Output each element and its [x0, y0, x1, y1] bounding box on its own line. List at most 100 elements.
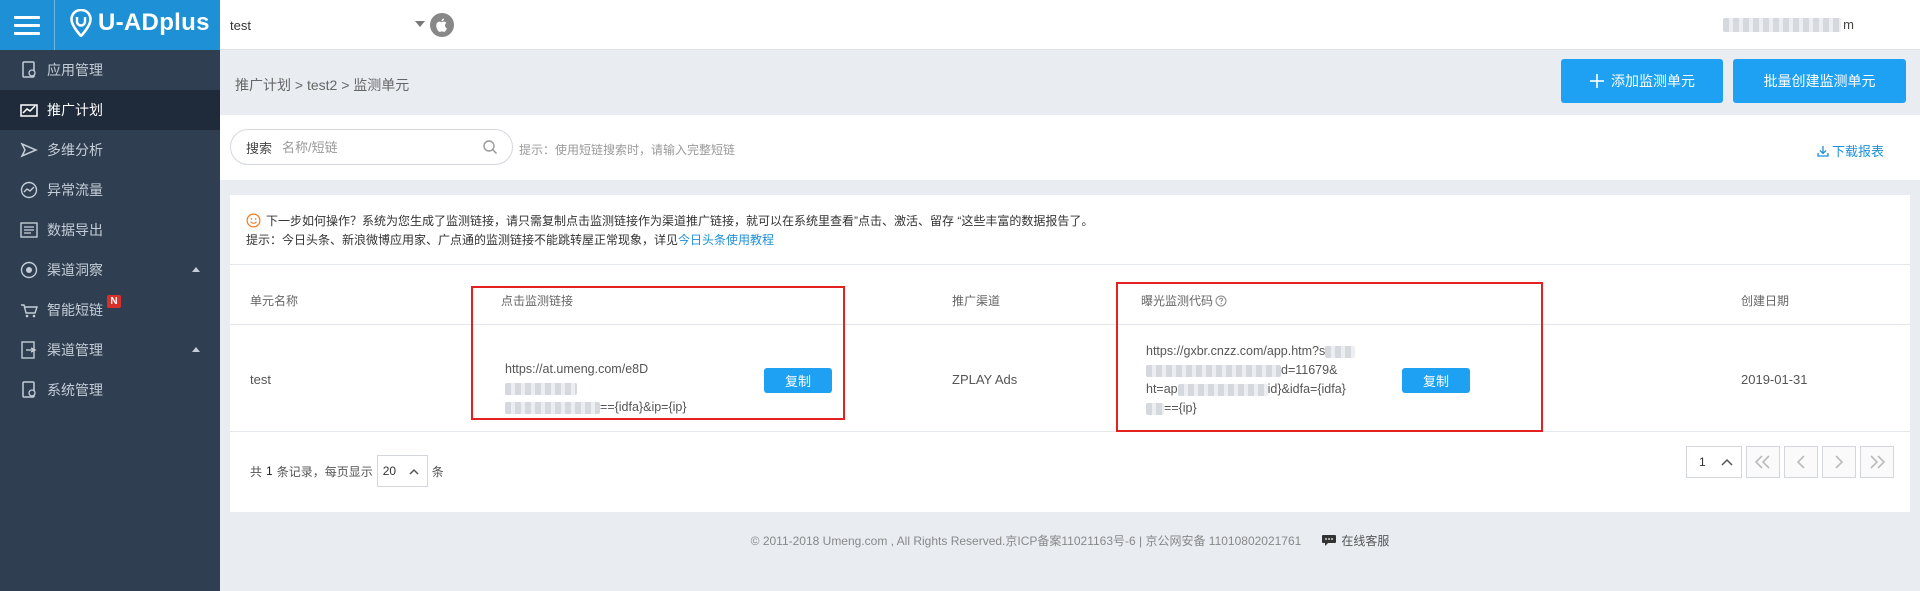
- sidebar-item-label: 推广计划: [47, 102, 103, 118]
- sidebar-item-label: 异常流量: [47, 182, 103, 198]
- current-page-value: 1: [1699, 455, 1706, 469]
- export-icon: [20, 221, 38, 239]
- sidebar-item-label: 渠道管理: [47, 342, 103, 358]
- last-page-button[interactable]: [1860, 446, 1894, 478]
- sidebar-item-label: 数据导出: [47, 222, 103, 238]
- sidebar-item-channel-management[interactable]: 渠道管理: [0, 330, 220, 370]
- apple-platform-icon: [430, 13, 454, 37]
- tip-next-step: 下一步如何操作？系统为您生成了监测链接，请只需复制点击监测链接作为渠道推广链接，…: [266, 213, 1094, 228]
- app-icon: [20, 61, 38, 79]
- breadcrumb[interactable]: 推广计划 > test2 > 监测单元: [235, 75, 409, 95]
- unit-name-cell: test: [250, 372, 271, 387]
- column-header-channel: 推广渠道: [952, 294, 1001, 308]
- sidebar-item-app-management[interactable]: 应用管理: [0, 50, 220, 90]
- toutiao-tutorial-link[interactable]: 今日头条使用教程: [678, 233, 774, 247]
- sidebar-item-label: 智能短链: [47, 302, 103, 318]
- sidebar: U-ADplus 应用管理 推广计划 多维分析 异常流量 数据导出 渠道洞察 智…: [0, 0, 220, 591]
- hamburger-menu-button[interactable]: [0, 0, 54, 50]
- records-suffix: 条: [431, 464, 444, 479]
- sidebar-item-label: 渠道洞察: [47, 262, 103, 278]
- chevron-up-icon: [409, 468, 419, 475]
- highlight-frame-impression-code: [1116, 282, 1543, 432]
- double-chevron-right-icon: [1870, 455, 1886, 469]
- add-monitor-unit-label: 添加监测单元: [1611, 73, 1695, 89]
- pager: 1: [1686, 446, 1894, 478]
- channel-cell: ZPLAY Ads: [952, 372, 1018, 387]
- logo-text: U-ADplus: [98, 9, 210, 36]
- user-name-suffix: m: [1843, 17, 1854, 32]
- search-input[interactable]: [282, 139, 473, 155]
- batch-create-label: 批量创建监测单元: [1763, 73, 1876, 89]
- sidebar-item-label: 应用管理: [47, 62, 103, 78]
- first-page-button[interactable]: [1746, 446, 1780, 478]
- double-chevron-left-icon: [1754, 455, 1770, 469]
- caret-up-icon[interactable]: [192, 347, 200, 352]
- user-account[interactable]: m: [1723, 17, 1854, 32]
- monitor-unit-card: 下一步如何操作？系统为您生成了监测链接，请只需复制点击监测链接作为渠道推广链接，…: [230, 195, 1910, 512]
- app-select-dropdown[interactable]: test: [230, 13, 425, 37]
- chevron-left-icon: [1796, 455, 1805, 469]
- records-mid: 条记录，每页显示: [276, 464, 373, 479]
- brand-bar: U-ADplus: [0, 0, 220, 50]
- page-size-value: 20: [382, 464, 397, 478]
- tips-panel: 下一步如何操作？系统为您生成了监测链接，请只需复制点击监测链接作为渠道推广链接，…: [230, 195, 1910, 265]
- sidebar-item-system[interactable]: 系统管理: [0, 370, 220, 410]
- sidebar-item-campaign[interactable]: 推广计划: [0, 90, 220, 130]
- sidebar-item-anomaly[interactable]: 异常流量: [0, 170, 220, 210]
- location-pin-logo-icon: [70, 9, 92, 37]
- dropdown-arrow-icon: [415, 21, 425, 27]
- highlight-frame-click-link: [471, 286, 845, 420]
- caret-up-icon[interactable]: [192, 267, 200, 272]
- search-icon[interactable]: [482, 139, 498, 155]
- sidebar-item-analysis[interactable]: 多维分析: [0, 130, 220, 170]
- records-total: 1: [266, 464, 273, 478]
- smile-icon: [246, 213, 261, 227]
- search-area: 搜索 提示：使用短链搜索时，请输入完整短链 下载报表: [220, 115, 1920, 180]
- records-prefix: 共: [250, 464, 263, 479]
- download-report-link[interactable]: 下载报表: [1817, 141, 1884, 160]
- footer: © 2011-2018 Umeng.com , All Rights Reser…: [220, 525, 1920, 555]
- current-page-select[interactable]: 1: [1686, 446, 1742, 478]
- page-size-select[interactable]: 20: [376, 455, 428, 487]
- logo[interactable]: U-ADplus: [70, 9, 210, 37]
- analysis-icon: [20, 141, 38, 159]
- online-service-label: 在线客服: [1341, 533, 1390, 548]
- shortlink-icon: [20, 301, 38, 319]
- search-label: 搜索: [246, 140, 273, 156]
- sidebar-item-export[interactable]: 数据导出: [0, 210, 220, 250]
- download-icon: [1817, 145, 1829, 157]
- anomaly-icon: [20, 181, 38, 199]
- search-box[interactable]: 搜索: [230, 129, 513, 165]
- search-hint: 提示：使用短链搜索时，请输入完整短链: [519, 143, 736, 157]
- brand-divider: [54, 0, 55, 50]
- record-summary: 共 1 条记录，每页显示 20 条: [250, 455, 444, 487]
- pagination-row: 共 1 条记录，每页显示 20 条 1: [230, 432, 1910, 512]
- app-select-value: test: [230, 17, 251, 33]
- add-monitor-unit-button[interactable]: 添加监测单元: [1561, 59, 1723, 103]
- channel-icon: [20, 341, 38, 359]
- system-icon: [20, 381, 38, 399]
- chevron-right-icon: [1835, 455, 1844, 469]
- batch-create-button[interactable]: 批量创建监测单元: [1733, 59, 1906, 103]
- breadcrumb-bar: 推广计划 > test2 > 监测单元 添加监测单元 批量创建监测单元: [220, 51, 1920, 115]
- prev-page-button[interactable]: [1784, 446, 1818, 478]
- sidebar-item-channel-insight[interactable]: 渠道洞察: [0, 250, 220, 290]
- column-header-created-date: 创建日期: [1741, 294, 1790, 308]
- online-service-link[interactable]: 在线客服: [1321, 532, 1389, 549]
- sidebar-item-label: 系统管理: [47, 382, 103, 398]
- chat-bubble-icon: [1322, 534, 1337, 546]
- footer-copyright: © 2011-2018 Umeng.com , All Rights Reser…: [750, 533, 1302, 548]
- redacted-user-name: [1723, 17, 1842, 32]
- column-header-unit-name: 单元名称: [250, 294, 299, 308]
- new-badge: N: [107, 295, 121, 308]
- download-report-label: 下载报表: [1831, 144, 1884, 159]
- sidebar-item-shortlink[interactable]: 智能短链 N: [0, 290, 220, 330]
- campaign-icon: [20, 101, 38, 119]
- next-page-button[interactable]: [1822, 446, 1856, 478]
- chevron-up-icon: [1721, 458, 1733, 466]
- plus-icon: [1590, 74, 1604, 88]
- top-header: test m: [220, 0, 1920, 50]
- sidebar-nav: 应用管理 推广计划 多维分析 异常流量 数据导出 渠道洞察 智能短链 N 渠道管…: [0, 50, 220, 410]
- sidebar-item-label: 多维分析: [47, 142, 103, 158]
- insight-icon: [20, 261, 38, 279]
